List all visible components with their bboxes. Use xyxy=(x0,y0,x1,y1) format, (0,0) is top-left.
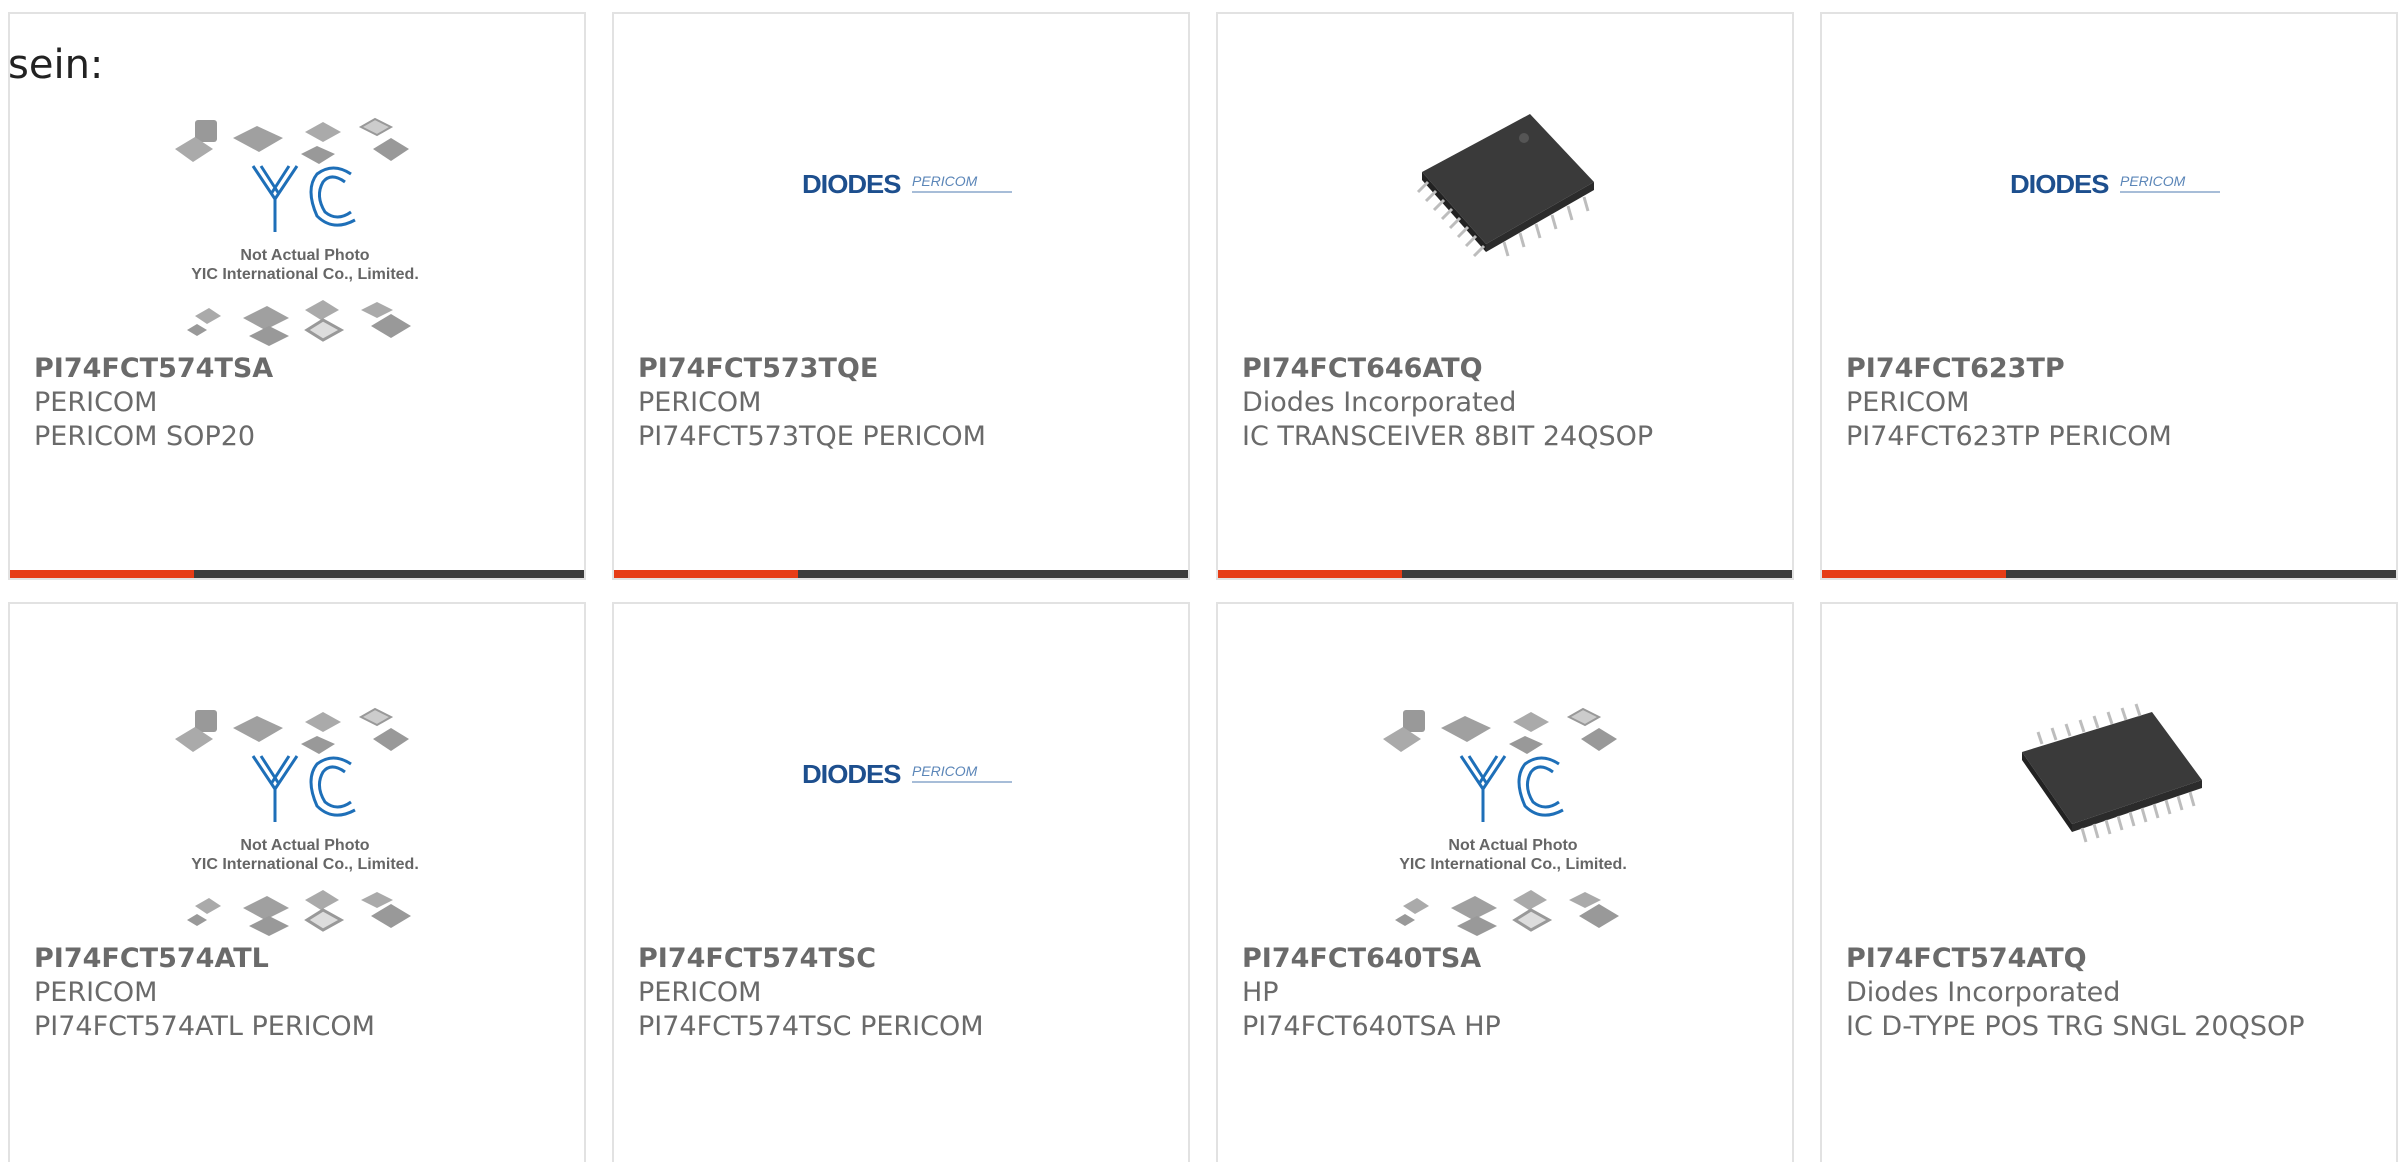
product-info: PI74FCT574TSA PERICOM PERICOM SOP20 xyxy=(34,352,560,454)
card-accent-bar xyxy=(1822,570,2006,578)
logo-divider xyxy=(912,191,1012,193)
manufacturer: PERICOM xyxy=(638,977,762,1008)
product-image-diodes-logo[interactable]: DIODES PERICOM xyxy=(614,14,1188,354)
part-number-link[interactable]: PI74FCT646ATQ xyxy=(1242,352,1768,386)
card-accent-bar xyxy=(614,570,798,578)
product-image-diodes-logo[interactable]: DIODES PERICOM xyxy=(614,604,1188,944)
card-bottom-bar xyxy=(10,570,584,578)
product-card[interactable]: PI74FCT574ATQ Diodes Incorporated IC D-T… xyxy=(1820,602,2398,1162)
part-number-link[interactable]: PI74FCT574TSC xyxy=(638,942,1164,976)
yic-placeholder-image xyxy=(1383,707,1619,936)
description: IC TRANSCEIVER 8BIT 24QSOP xyxy=(1242,421,1654,452)
page: sein: Not Actual Photo YIC International… xyxy=(0,0,2400,1162)
diodes-brand: DIODES xyxy=(802,759,901,789)
manufacturer: HP xyxy=(1242,977,1279,1008)
part-number-link[interactable]: PI74FCT574ATQ xyxy=(1846,942,2372,976)
product-info: PI74FCT646ATQ Diodes Incorporated IC TRA… xyxy=(1242,352,1768,454)
card-bottom-bar xyxy=(1822,570,2396,578)
manufacturer: PERICOM xyxy=(638,387,762,418)
product-image-chip-photo[interactable] xyxy=(1218,14,1792,354)
yic-placeholder-image xyxy=(175,707,411,936)
diodes-brand: DIODES xyxy=(2010,169,2109,199)
ic-chip-photo xyxy=(2022,703,2202,843)
logo-divider xyxy=(912,781,1012,783)
pericom-brand: PERICOM xyxy=(912,763,978,779)
diodes-logo: DIODES PERICOM xyxy=(802,169,1022,205)
product-card[interactable]: DIODES PERICOM PI74FCT573TQE PERICOM PI7… xyxy=(612,12,1190,580)
part-number-link[interactable]: PI74FCT623TP xyxy=(1846,352,2372,386)
product-card[interactable]: DIODES PERICOM PI74FCT574TSC PERICOM PI7… xyxy=(612,602,1190,1162)
part-number-link[interactable]: PI74FCT574ATL xyxy=(34,942,560,976)
card-bottom-bar xyxy=(1218,570,1792,578)
product-image-yic-placeholder[interactable]: Not Actual Photo YIC International Co., … xyxy=(10,604,584,944)
product-info: PI74FCT623TP PERICOM PI74FCT623TP PERICO… xyxy=(1846,352,2372,454)
product-grid: Not Actual Photo YIC International Co., … xyxy=(8,12,2398,1162)
product-card[interactable]: DIODES PERICOM PI74FCT623TP PERICOM PI74… xyxy=(1820,12,2398,580)
diodes-logo: DIODES PERICOM xyxy=(802,759,1022,795)
part-number-link[interactable]: PI74FCT574TSA xyxy=(34,352,560,386)
product-info: PI74FCT574ATL PERICOM PI74FCT574ATL PERI… xyxy=(34,942,560,1044)
product-card[interactable]: PI74FCT646ATQ Diodes Incorporated IC TRA… xyxy=(1216,12,1794,580)
product-info: PI74FCT573TQE PERICOM PI74FCT573TQE PERI… xyxy=(638,352,1164,454)
manufacturer: PERICOM xyxy=(1846,387,1970,418)
description: PI74FCT574ATL PERICOM xyxy=(34,1011,375,1042)
description: PI74FCT573TQE PERICOM xyxy=(638,421,986,452)
description: PI74FCT640TSA HP xyxy=(1242,1011,1501,1042)
part-number-link[interactable]: PI74FCT573TQE xyxy=(638,352,1164,386)
ic-chip-photo xyxy=(1416,114,1594,258)
pericom-brand: PERICOM xyxy=(912,173,978,189)
text-fragment: sein: xyxy=(8,42,104,88)
diodes-brand: DIODES xyxy=(802,169,901,199)
card-bottom-bar xyxy=(614,570,1188,578)
product-image-chip-photo[interactable] xyxy=(1822,604,2396,944)
card-accent-bar xyxy=(10,570,194,578)
product-card[interactable]: Not Actual Photo YIC International Co., … xyxy=(8,602,586,1162)
manufacturer: Diodes Incorporated xyxy=(1242,387,1517,418)
pericom-brand: PERICOM xyxy=(2120,173,2186,189)
product-card[interactable]: Not Actual Photo YIC International Co., … xyxy=(1216,602,1794,1162)
product-image-yic-placeholder[interactable]: Not Actual Photo YIC International Co., … xyxy=(1218,604,1792,944)
description: PI74FCT623TP PERICOM xyxy=(1846,421,2172,452)
manufacturer: Diodes Incorporated xyxy=(1846,977,2121,1008)
diodes-logo: DIODES PERICOM xyxy=(2010,169,2230,205)
product-info: PI74FCT574TSC PERICOM PI74FCT574TSC PERI… xyxy=(638,942,1164,1044)
product-info: PI74FCT574ATQ Diodes Incorporated IC D-T… xyxy=(1846,942,2372,1044)
description: PI74FCT574TSC PERICOM xyxy=(638,1011,984,1042)
manufacturer: PERICOM xyxy=(34,387,158,418)
logo-divider xyxy=(2120,191,2220,193)
product-card[interactable]: Not Actual Photo YIC International Co., … xyxy=(8,12,586,580)
manufacturer: PERICOM xyxy=(34,977,158,1008)
part-number-link[interactable]: PI74FCT640TSA xyxy=(1242,942,1768,976)
description: IC D-TYPE POS TRG SNGL 20QSOP xyxy=(1846,1011,2305,1042)
card-accent-bar xyxy=(1218,570,1402,578)
yic-placeholder-image xyxy=(175,117,411,346)
product-info: PI74FCT640TSA HP PI74FCT640TSA HP xyxy=(1242,942,1768,1044)
description: PERICOM SOP20 xyxy=(34,421,256,452)
product-image-diodes-logo[interactable]: DIODES PERICOM xyxy=(1822,14,2396,354)
